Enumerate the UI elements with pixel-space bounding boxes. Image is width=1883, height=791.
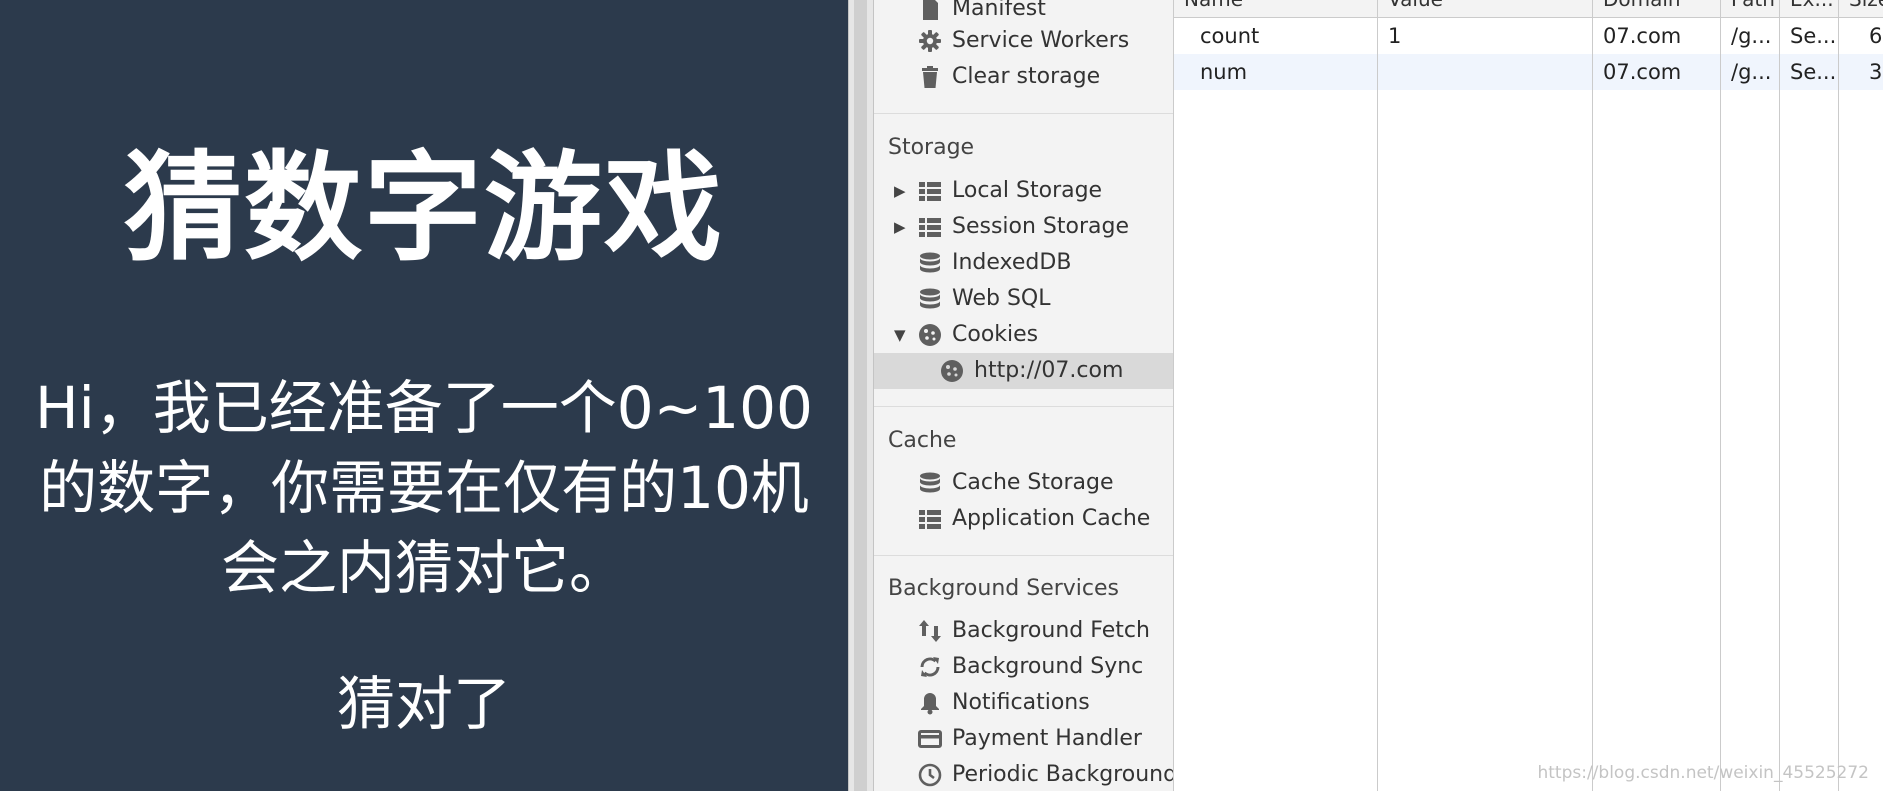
sidebar-item-label: Background Sync xyxy=(952,654,1144,679)
cell-path[interactable]: /g... xyxy=(1721,54,1779,90)
sidebar-item-payment-handler[interactable]: Payment Handler xyxy=(874,721,1173,757)
column-divider[interactable] xyxy=(1779,0,1780,791)
sidebar-item-label: Web SQL xyxy=(952,286,1051,311)
expand-triangle-icon[interactable]: ▶ xyxy=(894,209,910,245)
sidebar-item-label: Session Storage xyxy=(952,214,1130,239)
trash-icon xyxy=(918,65,942,89)
sidebar-item-local-storage[interactable]: ▶ Local Storage xyxy=(874,173,1173,209)
sidebar-item-label: Notifications xyxy=(952,690,1090,715)
column-header-name[interactable]: Name xyxy=(1174,0,1377,17)
document-icon xyxy=(918,0,942,21)
column-header-expires[interactable]: Ex... xyxy=(1780,0,1838,17)
sidebar-item-label: Payment Handler xyxy=(952,726,1142,751)
section-divider xyxy=(874,406,1173,407)
watermark: https://blog.csdn.net/weixin_45525272 xyxy=(1537,763,1869,783)
database-icon xyxy=(918,251,942,275)
sidebar-item-label: Clear storage xyxy=(952,64,1101,89)
column-header-domain[interactable]: Domain xyxy=(1593,0,1720,17)
cell-value[interactable] xyxy=(1378,54,1592,90)
cell-domain[interactable]: 07.com xyxy=(1593,18,1720,54)
database-icon xyxy=(918,287,942,311)
column-header-value[interactable]: Value xyxy=(1378,0,1592,17)
clock-icon xyxy=(918,763,942,787)
cell-value[interactable]: 1 xyxy=(1378,18,1592,54)
sidebar-item-background-fetch[interactable]: Background Fetch xyxy=(874,613,1173,649)
column-divider[interactable] xyxy=(1720,0,1721,791)
sidebar-item-application-cache[interactable]: Application Cache xyxy=(874,501,1173,537)
sidebar-item-label: http://07.com xyxy=(974,358,1124,383)
cell-name[interactable]: count xyxy=(1190,18,1377,54)
cell-size[interactable]: 3 xyxy=(1839,54,1883,90)
collapse-triangle-icon[interactable]: ▼ xyxy=(894,317,910,353)
bell-icon xyxy=(918,691,942,715)
panel-splitter[interactable] xyxy=(848,0,874,791)
grid-icon xyxy=(918,179,942,203)
sidebar-item-web-sql[interactable]: Web SQL xyxy=(874,281,1173,317)
sidebar-item-indexeddb[interactable]: IndexedDB xyxy=(874,245,1173,281)
grid-icon xyxy=(918,215,942,239)
sidebar-item-background-sync[interactable]: Background Sync xyxy=(874,649,1173,685)
column-divider[interactable] xyxy=(1377,0,1378,791)
sidebar-item-label: Application Cache xyxy=(952,506,1151,531)
sidebar-item-periodic-background-sync[interactable]: Periodic Background Sy xyxy=(874,757,1174,791)
sidebar-item-cookies[interactable]: ▼ Cookies xyxy=(874,317,1173,353)
cell-expires[interactable]: Se... xyxy=(1780,18,1838,54)
table-row[interactable]: num 07.com /g... Se... 3 xyxy=(1174,54,1883,90)
column-divider[interactable] xyxy=(1592,0,1593,791)
table-header: Name Value Domain Path Ex... Size xyxy=(1174,0,1883,18)
sidebar-item-label: Cache Storage xyxy=(952,470,1114,495)
section-divider xyxy=(874,555,1173,556)
sidebar-item-label: IndexedDB xyxy=(952,250,1072,275)
sidebar-item-clear-storage[interactable]: Clear storage xyxy=(874,59,1173,95)
database-icon xyxy=(918,471,942,495)
cell-path[interactable]: /g... xyxy=(1721,18,1779,54)
application-sidebar: Manifest Service Workers Clear storage S… xyxy=(874,0,1174,791)
sidebar-item-session-storage[interactable]: ▶ Session Storage xyxy=(874,209,1173,245)
sidebar-item-notifications[interactable]: Notifications xyxy=(874,685,1173,721)
cache-section-title: Cache xyxy=(888,428,957,453)
cell-size[interactable]: 6 xyxy=(1839,18,1883,54)
cell-domain[interactable]: 07.com xyxy=(1593,54,1720,90)
sidebar-item-label: Local Storage xyxy=(952,178,1103,203)
column-header-path[interactable]: Path xyxy=(1721,0,1779,17)
game-page: 猜数字游戏 Hi，我已经准备了一个0~100的数字，你需要在仅有的10机会之内猜… xyxy=(0,0,848,791)
game-intro-text: Hi，我已经准备了一个0~100的数字，你需要在仅有的10机会之内猜对它。 xyxy=(35,374,813,602)
table-row[interactable]: count 1 07.com /g... Se... 6 xyxy=(1174,18,1883,54)
sidebar-item-cache-storage[interactable]: Cache Storage xyxy=(874,465,1173,501)
guess-result-text: 猜对了 xyxy=(336,670,511,738)
sidebar-item-label: Background Fetch xyxy=(952,618,1150,643)
background-services-section-title: Background Services xyxy=(888,576,1120,601)
gear-icon xyxy=(918,29,942,53)
splitter-handle[interactable] xyxy=(854,0,867,791)
column-header-size[interactable]: Size xyxy=(1839,0,1883,17)
storage-section-title: Storage xyxy=(888,135,975,160)
card-icon xyxy=(918,727,942,751)
column-divider[interactable] xyxy=(1838,0,1839,791)
cookie-icon xyxy=(918,323,942,347)
grid-icon xyxy=(918,507,942,531)
cookie-table: Name Value Domain Path Ex... Size count … xyxy=(1174,0,1883,791)
sync-icon xyxy=(918,655,942,679)
cell-expires[interactable]: Se... xyxy=(1780,54,1838,90)
up-down-arrows-icon xyxy=(918,619,942,643)
cookie-icon xyxy=(940,359,964,383)
cell-name[interactable]: num xyxy=(1190,54,1377,90)
sidebar-item-label: Periodic Background Sy xyxy=(952,762,1174,787)
section-divider xyxy=(874,113,1173,114)
sidebar-item-label: Cookies xyxy=(952,322,1039,347)
game-title: 猜数字游戏 xyxy=(123,139,724,277)
sidebar-item-cookie-origin[interactable]: http://07.com xyxy=(874,353,1173,389)
sidebar-item-service-workers[interactable]: Service Workers xyxy=(874,23,1173,59)
expand-triangle-icon[interactable]: ▶ xyxy=(894,173,910,209)
sidebar-item-label: Service Workers xyxy=(952,28,1130,53)
